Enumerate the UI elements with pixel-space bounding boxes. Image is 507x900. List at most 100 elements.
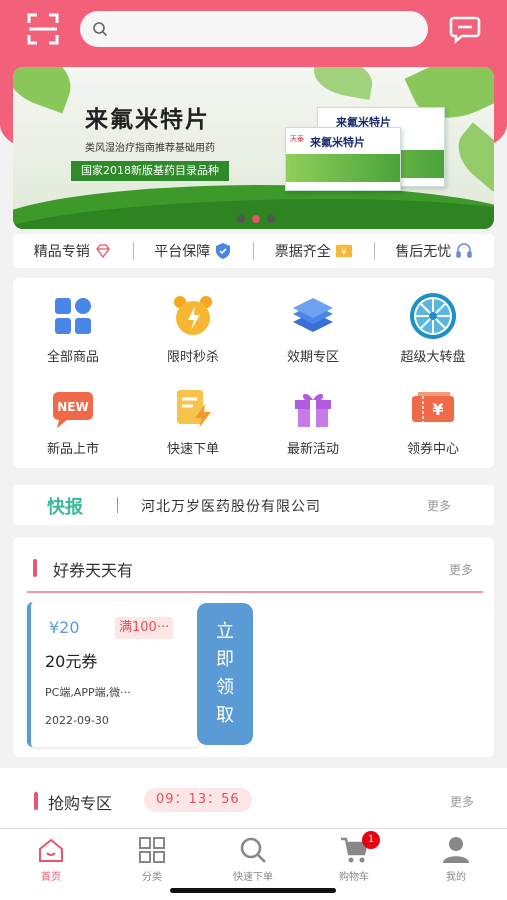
banner-subtitle: 类风湿治疗指南推荐基础用药: [85, 143, 215, 154]
coupon-name: 20元券: [45, 652, 98, 671]
search-icon: [93, 22, 108, 37]
banner-tag: 国家2018新版基药目录品种: [71, 161, 229, 181]
leaf-decoration: [13, 67, 80, 114]
quick-order-icon: [177, 390, 211, 428]
home-indicator: [170, 888, 336, 893]
tab-category[interactable]: 分类: [112, 835, 192, 885]
leaf-decoration: [447, 122, 494, 192]
claim-button-char: 取: [216, 705, 234, 726]
shield-icon: [216, 243, 231, 259]
wheel-icon: [410, 293, 456, 339]
grid-label: 快速下单: [166, 442, 219, 457]
coupon-condition: 满100···: [115, 617, 174, 639]
scan-icon[interactable]: [26, 12, 60, 46]
feature-label: 票据齐全: [274, 244, 331, 260]
feature-strip: 精品专销 平台保障 票据齐全 ¥ 售后无忧: [13, 234, 494, 268]
product-box-front: 天泰 来氟米特片: [285, 127, 401, 191]
svg-text:¥: ¥: [341, 247, 346, 257]
coupon-more-link[interactable]: 更多: [449, 561, 473, 578]
carousel-dot[interactable]: [237, 215, 245, 223]
feature-item: 售后无忧: [375, 242, 495, 260]
section-accent-bar: [34, 792, 38, 810]
coupon-icon: ¥: [412, 392, 454, 422]
news-divider: [117, 497, 118, 513]
tab-label: 首页: [41, 872, 61, 883]
banner-title: 来氟米特片: [85, 107, 210, 133]
category-icon: [139, 837, 165, 863]
tab-label: 购物车: [339, 872, 369, 883]
top-header: [0, 0, 507, 60]
claim-coupon-button[interactable]: 立 即 领 取: [197, 603, 253, 745]
tab-label: 分类: [142, 872, 162, 883]
layers-icon: [293, 298, 333, 332]
feature-label: 售后无忧: [395, 244, 452, 260]
feature-item: 票据齐全 ¥: [254, 242, 375, 260]
countdown-timer: 09：13：56: [144, 788, 252, 812]
news-more-link[interactable]: 更多: [427, 497, 451, 514]
claim-button-char: 领: [216, 677, 234, 698]
tab-home[interactable]: 首页: [11, 835, 91, 885]
search-bar[interactable]: [80, 11, 428, 47]
promo-banner[interactable]: 来氟米特片 类风湿治疗指南推荐基础用药 国家2018新版基药目录品种 来氟米特片…: [13, 67, 494, 229]
coupon-price: ¥20: [49, 618, 80, 637]
grid-item-coupon-center[interactable]: ¥ 领券中心: [373, 370, 493, 457]
cart-badge: 1: [362, 831, 380, 849]
grid-label: 领券中心: [406, 442, 459, 457]
feature-label: 精品专销: [33, 244, 90, 260]
grid-label: 最新活动: [286, 442, 339, 457]
shortcut-grid: 全部商品 限时秒杀 效期专区 超级大转盘 NEW 新品上市 快速下单 最新活动 …: [13, 278, 494, 468]
user-icon: [443, 837, 469, 863]
search-icon: [240, 837, 266, 863]
coupon-section: 好券天天有 更多 ¥20 满100··· 20元券 PC端,APP端,微··· …: [13, 537, 494, 757]
new-icon: NEW: [53, 392, 93, 428]
grid-label: 限时秒杀: [166, 350, 219, 365]
product-box-name: 来氟米特片: [310, 136, 365, 149]
carousel-dot[interactable]: [267, 215, 275, 223]
grid-item-lucky-wheel[interactable]: 超级大转盘: [373, 278, 493, 365]
grid-item-expiry-zone[interactable]: 效期专区: [253, 278, 373, 365]
alarm-clock-icon: [174, 296, 212, 335]
section-accent-bar: [33, 559, 37, 577]
coupon-section-title: 好券天天有: [53, 561, 134, 580]
claim-button-char: 即: [216, 649, 234, 670]
product-box-band: [286, 154, 400, 182]
tab-label: 快速下单: [233, 872, 273, 883]
tab-quick-order[interactable]: 快速下单: [213, 835, 293, 885]
leaf-decoration: [310, 67, 376, 100]
grid-label: 新品上市: [46, 442, 99, 457]
search-input[interactable]: [114, 17, 414, 41]
news-tag: 快报: [47, 497, 83, 518]
tab-cart[interactable]: 1 购物车: [314, 831, 394, 885]
grid-icon: [55, 298, 91, 334]
grid-item-all-products[interactable]: 全部商品: [13, 278, 133, 365]
invoice-icon: ¥: [335, 244, 352, 258]
flash-more-link[interactable]: 更多: [450, 793, 474, 810]
feature-item: 精品专销: [13, 242, 134, 260]
grid-item-latest-events[interactable]: 最新活动: [253, 370, 373, 457]
message-icon[interactable]: [448, 11, 482, 45]
feature-item: 平台保障: [134, 242, 254, 260]
home-icon: [39, 838, 63, 862]
news-headline[interactable]: 河北万岁医药股份有限公司: [141, 496, 321, 516]
headset-icon: [456, 243, 472, 258]
grid-item-quick-order[interactable]: 快速下单: [133, 370, 253, 457]
diamond-icon: [95, 244, 110, 259]
svg-text:NEW: NEW: [57, 400, 88, 414]
grid-item-new-products[interactable]: NEW 新品上市: [13, 370, 133, 457]
coupon-expiry: 2022-09-30: [45, 714, 109, 727]
flash-sale-section: 抢购专区 09：13：56 更多: [0, 768, 507, 828]
coupon-card[interactable]: ¥20 满100··· 20元券 PC端,APP端,微··· 2022-09-3…: [27, 602, 199, 747]
coupon-section-header: 好券天天有 更多: [13, 537, 494, 593]
carousel-dots: [237, 215, 275, 223]
grid-item-flash-sale[interactable]: 限时秒杀: [133, 278, 253, 365]
tab-profile[interactable]: 我的: [416, 835, 496, 885]
flash-sale-title: 抢购专区: [48, 794, 113, 813]
carousel-dot-active[interactable]: [252, 215, 260, 223]
tab-label: 我的: [446, 872, 466, 883]
grid-label: 超级大转盘: [400, 350, 466, 365]
product-box-brand: 天泰: [290, 135, 304, 143]
feature-label: 平台保障: [154, 244, 211, 260]
grid-label: 全部商品: [46, 350, 99, 365]
news-ticker[interactable]: 快报 河北万岁医药股份有限公司 更多: [13, 485, 494, 525]
gift-icon: [295, 393, 331, 427]
